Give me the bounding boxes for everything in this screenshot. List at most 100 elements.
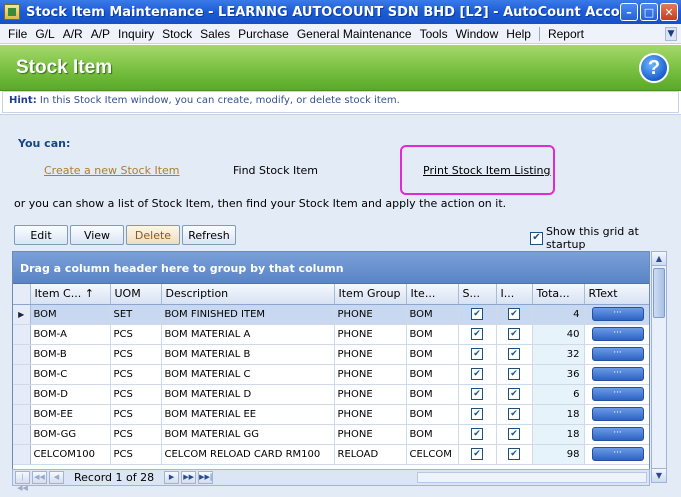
menu-ap[interactable]: A/P — [87, 27, 114, 41]
vertical-scrollbar[interactable]: ▲ ▼ — [651, 251, 667, 483]
checkbox-checked-icon[interactable]: ✔ — [530, 231, 543, 245]
prev-page-icon[interactable]: ◀◀ — [32, 471, 47, 484]
cell-item-code[interactable]: BOM-B — [30, 344, 111, 365]
first-record-icon[interactable]: |◀◀ — [15, 471, 30, 492]
cell-s-checkbox[interactable]: ✔ — [458, 344, 497, 365]
cell-i-checkbox[interactable]: ✔ — [496, 304, 533, 325]
minimize-button[interactable]: – — [620, 3, 638, 21]
cell-s-checkbox[interactable]: ✔ — [458, 444, 497, 465]
menu-window[interactable]: Window — [452, 27, 503, 41]
cell-item-type[interactable]: BOM — [406, 324, 459, 345]
checkbox-checked-icon[interactable]: ✔ — [471, 348, 483, 360]
table-row[interactable]: BOM-EE PCS BOM MATERIAL EE PHONE BOM ✔ ✔ 18 ··· — [13, 404, 649, 425]
cell-rtext[interactable]: ··· — [584, 404, 649, 425]
cell-i-checkbox[interactable]: ✔ — [496, 424, 533, 445]
checkbox-checked-icon[interactable]: ✔ — [471, 428, 483, 440]
table-row[interactable]: BOM-C PCS BOM MATERIAL C PHONE BOM ✔ ✔ 36 ··· — [13, 364, 649, 385]
cell-description[interactable]: BOM MATERIAL B — [161, 344, 335, 365]
cell-total[interactable]: 6 — [532, 384, 585, 405]
cell-rtext[interactable]: ··· — [584, 424, 649, 445]
cell-description[interactable]: CELCOM RELOAD CARD RM100 — [161, 444, 335, 465]
table-row[interactable]: BOM-GG PCS BOM MATERIAL GG PHONE BOM ✔ ✔ 18 ··· — [13, 424, 649, 445]
checkbox-checked-icon[interactable]: ✔ — [508, 408, 520, 420]
column-header-uom[interactable]: UOM — [110, 284, 162, 305]
cell-item-type[interactable]: BOM — [406, 344, 459, 365]
checkbox-checked-icon[interactable]: ✔ — [471, 388, 483, 400]
table-row[interactable]: CELCOM100 PCS CELCOM RELOAD CARD RM100 RELO… — [13, 444, 649, 465]
cell-uom[interactable]: PCS — [110, 364, 162, 385]
cell-uom[interactable]: PCS — [110, 404, 162, 425]
cell-rtext[interactable]: ··· — [584, 384, 649, 405]
cell-uom[interactable]: PCS — [110, 324, 162, 345]
menu-file[interactable]: File — [4, 27, 31, 41]
maximize-button[interactable]: □ — [640, 3, 658, 21]
cell-total[interactable]: 18 — [532, 424, 585, 445]
menu-gl[interactable]: G/L — [31, 27, 58, 41]
cell-item-type[interactable]: BOM — [406, 424, 459, 445]
column-header-i[interactable]: I... — [496, 284, 533, 305]
cell-s-checkbox[interactable]: ✔ — [458, 424, 497, 445]
next-page-icon[interactable]: ▶▶ — [181, 471, 197, 484]
cell-item-group[interactable]: PHONE — [334, 344, 407, 365]
cell-s-checkbox[interactable]: ✔ — [458, 404, 497, 425]
rtext-ellipsis-button[interactable]: ··· — [591, 427, 644, 441]
column-header-rtext[interactable]: RText — [584, 284, 649, 305]
cell-item-group[interactable]: PHONE — [334, 384, 407, 405]
cell-description[interactable]: BOM MATERIAL A — [161, 324, 335, 345]
column-header-description[interactable]: Description — [161, 284, 335, 305]
cell-s-checkbox[interactable]: ✔ — [458, 364, 497, 385]
checkbox-checked-icon[interactable]: ✔ — [508, 348, 520, 360]
cell-item-group[interactable]: PHONE — [334, 364, 407, 385]
rtext-ellipsis-button[interactable]: ··· — [591, 367, 644, 381]
cell-i-checkbox[interactable]: ✔ — [496, 364, 533, 385]
table-row[interactable]: ▶ BOM SET BOM FINISHED ITEM PHONE BOM ✔ ✔ 4 ··· — [13, 304, 649, 325]
cell-s-checkbox[interactable]: ✔ — [458, 304, 497, 325]
cell-total[interactable]: 18 — [532, 404, 585, 425]
cell-total[interactable]: 4 — [532, 304, 585, 325]
cell-item-type[interactable]: BOM — [406, 404, 459, 425]
row-selector[interactable] — [13, 444, 31, 465]
close-button[interactable]: ✕ — [660, 3, 678, 21]
cell-description[interactable]: BOM MATERIAL D — [161, 384, 335, 405]
cell-item-group[interactable]: RELOAD — [334, 444, 407, 465]
delete-button[interactable]: Delete — [126, 225, 180, 245]
rtext-ellipsis-button[interactable]: ··· — [591, 307, 644, 321]
last-record-icon[interactable]: ▶▶| — [198, 471, 214, 484]
print-stock-item-listing-link[interactable]: Print Stock Item Listing — [423, 164, 551, 177]
cell-item-code[interactable]: BOM-EE — [30, 404, 111, 425]
cell-total[interactable]: 98 — [532, 444, 585, 465]
cell-item-code[interactable]: BOM — [30, 304, 111, 325]
find-stock-item-link[interactable]: Find Stock Item — [233, 164, 318, 177]
column-header-item-type[interactable]: Ite... — [406, 284, 459, 305]
cell-item-code[interactable]: BOM-A — [30, 324, 111, 345]
create-stock-item-link[interactable]: Create a new Stock Item — [44, 164, 180, 177]
column-header-total[interactable]: Tota... — [532, 284, 585, 305]
cell-item-group[interactable]: PHONE — [334, 404, 407, 425]
horizontal-scrollbar[interactable] — [417, 472, 647, 483]
menu-general-maintenance[interactable]: General Maintenance — [293, 27, 416, 41]
group-by-panel[interactable]: Drag a column header here to group by th… — [13, 252, 649, 284]
menu-stock[interactable]: Stock — [158, 27, 196, 41]
cell-uom[interactable]: SET — [110, 304, 162, 325]
cell-item-type[interactable]: CELCOM — [406, 444, 459, 465]
cell-i-checkbox[interactable]: ✔ — [496, 324, 533, 345]
cell-item-code[interactable]: CELCOM100 — [30, 444, 111, 465]
cell-i-checkbox[interactable]: ✔ — [496, 444, 533, 465]
cell-total[interactable]: 36 — [532, 364, 585, 385]
cell-rtext[interactable]: ··· — [584, 324, 649, 345]
checkbox-checked-icon[interactable]: ✔ — [508, 308, 520, 320]
menu-purchase[interactable]: Purchase — [234, 27, 293, 41]
checkbox-checked-icon[interactable]: ✔ — [508, 368, 520, 380]
cell-uom[interactable]: PCS — [110, 444, 162, 465]
cell-rtext[interactable]: ··· — [584, 444, 649, 465]
cell-total[interactable]: 40 — [532, 324, 585, 345]
cell-s-checkbox[interactable]: ✔ — [458, 324, 497, 345]
row-selector[interactable] — [13, 404, 31, 425]
checkbox-checked-icon[interactable]: ✔ — [508, 448, 520, 460]
checkbox-checked-icon[interactable]: ✔ — [471, 368, 483, 380]
cell-i-checkbox[interactable]: ✔ — [496, 344, 533, 365]
next-record-icon[interactable]: ▶ — [164, 471, 180, 484]
row-selector[interactable] — [13, 384, 31, 405]
checkbox-checked-icon[interactable]: ✔ — [508, 328, 520, 340]
row-selector[interactable] — [13, 364, 31, 385]
